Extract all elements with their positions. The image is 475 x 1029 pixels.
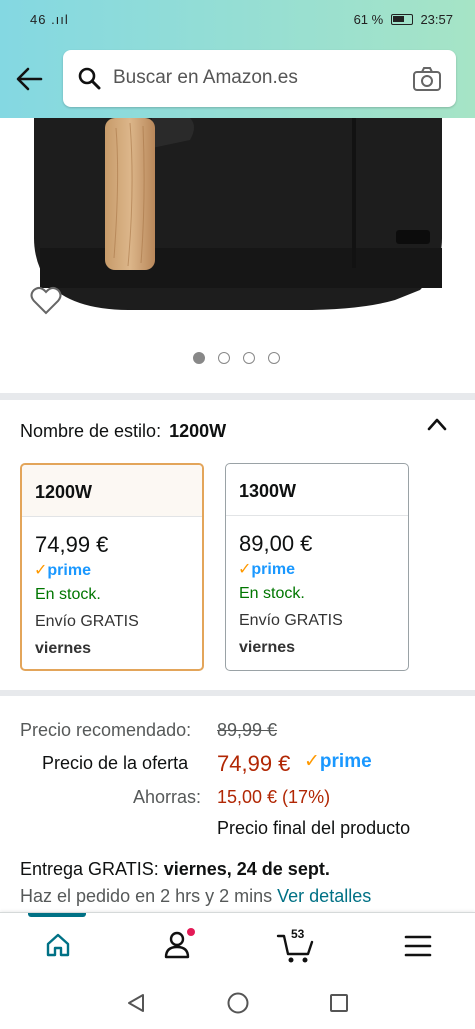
- option-stock: En stock.: [239, 585, 305, 602]
- search-input[interactable]: [113, 62, 403, 94]
- cart-count: 53: [291, 927, 305, 941]
- prime-check-icon: ✓: [304, 751, 320, 772]
- product-image-gallery[interactable]: [0, 118, 475, 393]
- order-within: Haz el pedido en 2 hrs y 2 mins Ver deta…: [20, 886, 371, 907]
- option-shipping: Envío GRATIS: [239, 612, 343, 629]
- prime-badge: ✓prime: [238, 561, 295, 578]
- option-price: 89,00 €: [239, 531, 313, 556]
- option-day: viernes: [35, 640, 92, 657]
- status-right: 61 % 23:57: [354, 12, 453, 27]
- account-icon[interactable]: [162, 927, 196, 961]
- style-option-1300w[interactable]: 1300W 89,00 € ✓prime En stock. Envío GRA…: [225, 463, 409, 671]
- option-price: 74,99 €: [35, 532, 109, 557]
- deal-price: 74,99 €: [217, 751, 291, 776]
- option-stock: En stock.: [35, 586, 101, 603]
- order-countdown: Haz el pedido en 2 hrs y 2 mins: [20, 886, 273, 906]
- top-header: 46 .ııl 61 % 23:57: [0, 0, 475, 118]
- prime-check-icon: ✓: [238, 561, 252, 578]
- active-tab-indicator: [28, 913, 86, 917]
- signal-indicator: 46 .ııl: [30, 12, 69, 27]
- divider: [0, 393, 475, 400]
- home-circle-icon[interactable]: [226, 991, 250, 1015]
- heart-icon[interactable]: [30, 286, 62, 316]
- pagination-dot[interactable]: [218, 352, 230, 364]
- style-name-row[interactable]: Nombre de estilo: 1200W: [20, 421, 226, 442]
- option-name: 1300W: [226, 464, 408, 516]
- pagination-dot[interactable]: [193, 352, 205, 364]
- bottom-nav: 53: [0, 912, 475, 976]
- home-icon[interactable]: [44, 931, 72, 959]
- chevron-up-icon[interactable]: [426, 416, 448, 432]
- option-name: 1200W: [22, 465, 202, 517]
- option-day: viernes: [239, 639, 296, 656]
- delivery-date: viernes, 24 de sept.: [163, 859, 330, 879]
- back-triangle-icon[interactable]: [125, 992, 147, 1014]
- prime-badge: ✓prime: [34, 562, 91, 579]
- prime-check-icon: ✓: [34, 562, 48, 579]
- camera-icon[interactable]: [412, 66, 442, 92]
- divider: [0, 690, 475, 696]
- battery-icon: [390, 14, 413, 25]
- style-selected: 1200W: [169, 421, 227, 441]
- search-icon: [78, 67, 101, 90]
- option-shipping: Envío GRATIS: [35, 613, 139, 630]
- delivery-info: Entrega GRATIS: viernes, 24 de sept.: [20, 859, 330, 880]
- arrow-left-icon[interactable]: [14, 64, 44, 94]
- style-option-1200w[interactable]: 1200W 74,99 € ✓prime En stock. Envío GRA…: [20, 463, 204, 671]
- battery-level: 61 %: [353, 12, 384, 27]
- status-bar: 46 .ııl 61 % 23:57: [0, 0, 475, 38]
- image-pagination: [193, 352, 283, 366]
- final-price-note: Precio final del producto: [217, 818, 411, 838]
- clock: 23:57: [420, 12, 453, 27]
- delivery-prefix: Entrega GRATIS:: [20, 859, 159, 879]
- recents-square-icon[interactable]: [328, 992, 350, 1014]
- search-bar[interactable]: [63, 50, 456, 107]
- savings-label: Ahorras:: [133, 787, 202, 807]
- deal-price-label: Precio de la oferta: [42, 753, 189, 773]
- pagination-dot[interactable]: [243, 352, 255, 364]
- details-link[interactable]: Ver detalles: [277, 886, 371, 906]
- recommended-price: 89,99 €: [217, 720, 278, 740]
- pagination-dot[interactable]: [268, 352, 280, 364]
- style-label: Nombre de estilo:: [20, 421, 162, 441]
- recommended-price-label: Precio recomendado:: [20, 720, 192, 740]
- prime-badge: ✓prime: [304, 751, 372, 772]
- savings-value: 15,00 € (17%): [217, 787, 331, 807]
- menu-icon[interactable]: [404, 934, 432, 958]
- system-navigation: [0, 976, 475, 1029]
